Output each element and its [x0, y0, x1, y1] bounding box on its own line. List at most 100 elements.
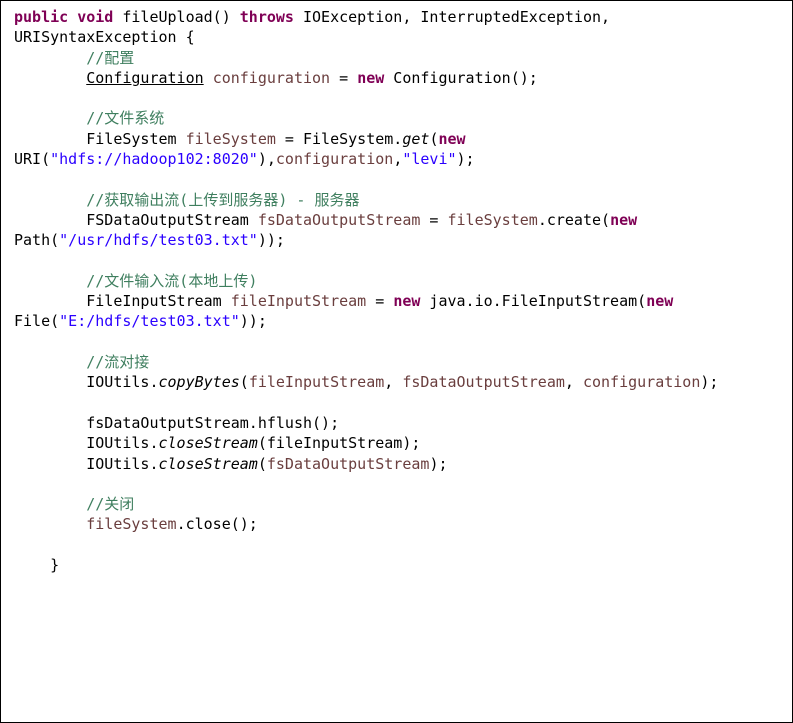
code-token: = FileSystem.: [275, 129, 403, 148]
code-line: public void fileUpload() throws IOExcept…: [14, 7, 718, 27]
code-token: FileInputStream: [14, 292, 231, 311]
code-token: fsDataOutputStream.hflush();: [14, 413, 340, 432]
code-token: }: [14, 556, 60, 575]
code-token: );: [456, 150, 475, 169]
code-line: IOUtils.closeStream(fileInputStream);: [14, 433, 718, 453]
code-token: );: [700, 373, 719, 392]
keyword-token: new: [393, 292, 421, 311]
method-token: copyBytes: [158, 373, 240, 392]
string-token: "E:/hdfs/test03.txt": [59, 312, 240, 331]
comment-token: //文件输入流(本地上传): [86, 271, 258, 290]
string-token: "/usr/hdfs/test03.txt": [59, 231, 258, 250]
code-line: IOUtils.closeStream(fsDataOutputStream);: [14, 454, 718, 474]
code-line: //文件系统: [14, 108, 718, 128]
field-token: configuration: [212, 68, 331, 87]
keyword-token: void: [77, 8, 114, 26]
code-token: ));: [257, 231, 285, 250]
code-line: Path("/usr/hdfs/test03.txt"));: [14, 230, 718, 250]
code-token: ,: [384, 373, 403, 392]
code-token: (: [239, 373, 249, 392]
code-token: Configuration();: [384, 68, 538, 87]
code-token: (: [257, 454, 267, 473]
code-block: public void fileUpload() throws IOExcept…: [14, 7, 718, 575]
field-token: fsDataOutputStream: [266, 454, 430, 473]
keyword-token: new: [610, 210, 638, 229]
code-token: .close();: [176, 515, 258, 534]
comment-token: //流对接: [86, 353, 150, 372]
code-token: IOUtils.: [14, 434, 159, 453]
code-token: java.io.FileInputStream(: [420, 292, 647, 311]
field-token: fileSystem: [185, 129, 276, 148]
code-line: File("E:/hdfs/test03.txt"));: [14, 311, 718, 331]
method-token: closeStream: [158, 454, 258, 473]
code-token: ),: [257, 150, 276, 169]
code-line: Configuration configuration = new Config…: [14, 68, 718, 88]
code-line: //流对接: [14, 352, 718, 372]
code-token: URISyntaxException {: [14, 28, 195, 47]
string-token: "hdfs://hadoop102:8020": [50, 150, 258, 169]
comment-token: //获取输出流(上传到服务器) - 服务器: [86, 190, 360, 209]
field-token: fileSystem: [86, 515, 177, 534]
field-token: fileInputStream: [248, 373, 385, 392]
code-line: URISyntaxException {: [14, 27, 718, 47]
code-token: ,: [393, 150, 403, 169]
code-token: =: [420, 210, 448, 229]
code-line: fileSystem.close();: [14, 514, 718, 534]
code-line: FSDataOutputStream fsDataOutputStream = …: [14, 210, 718, 230]
code-line: IOUtils.copyBytes(fileInputStream, fsDat…: [14, 372, 718, 392]
field-token: configuration: [582, 373, 701, 392]
code-line: fsDataOutputStream.hflush();: [14, 413, 718, 433]
code-token: FileSystem: [14, 129, 186, 148]
code-token: ,: [564, 373, 583, 392]
code-line: FileInputStream fileInputStream = new ja…: [14, 291, 718, 311]
field-token: configuration: [275, 150, 394, 169]
code-line: URI("hdfs://hadoop102:8020"),configurati…: [14, 149, 718, 169]
keyword-token: throws: [239, 8, 294, 26]
keyword-token: public: [14, 8, 69, 26]
code-line: FileSystem fileSystem = FileSystem.get(n…: [14, 129, 718, 149]
comment-token: //文件系统: [86, 109, 165, 128]
code-token: File(: [14, 312, 60, 331]
code-line: //关闭: [14, 494, 718, 514]
code-token: IOUtils.: [14, 454, 159, 473]
code-line: //获取输出流(上传到服务器) - 服务器: [14, 190, 718, 210]
field-token: fsDataOutputStream: [257, 210, 421, 229]
string-token: "levi": [402, 150, 457, 169]
code-token: (fileInputStream);: [257, 434, 421, 453]
comment-token: //配置: [86, 48, 135, 67]
code-token: .create(: [537, 210, 611, 229]
code-token: =: [366, 292, 394, 311]
keyword-token: new: [357, 68, 385, 87]
field-token: fileSystem: [447, 210, 538, 229]
code-token: URI(: [14, 150, 51, 169]
code-token: =: [330, 68, 358, 87]
code-line: //文件输入流(本地上传): [14, 271, 718, 291]
code-token: FSDataOutputStream: [14, 210, 258, 229]
keyword-token: new: [646, 292, 674, 311]
method-token: get: [402, 129, 430, 148]
code-token: IOUtils.: [14, 373, 159, 392]
code-line: }: [14, 555, 718, 575]
field-token: fileInputStream: [230, 292, 367, 311]
code-token: fileUpload(): [113, 8, 240, 26]
keyword-token: new: [438, 129, 466, 148]
code-token: IOException, InterruptedException,: [293, 8, 611, 26]
code-line: //配置: [14, 48, 718, 68]
